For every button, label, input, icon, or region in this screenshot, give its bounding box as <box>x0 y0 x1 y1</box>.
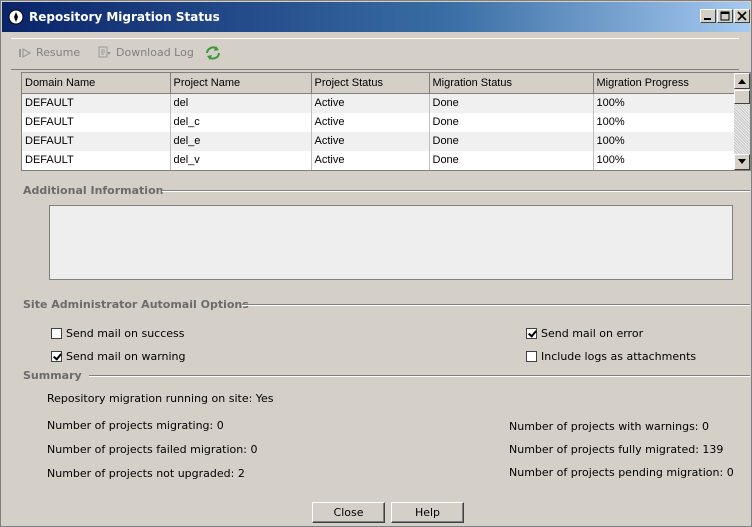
column-header-project-status[interactable]: Project Status <box>311 73 430 94</box>
checkbox-label: Send mail on success <box>66 327 185 340</box>
column-header-domain[interactable]: Domain Name <box>22 73 171 94</box>
summary-not-upgraded: Number of projects not upgraded: 2 <box>47 467 245 480</box>
automail-heading: Site Administrator Automail Options <box>23 298 249 311</box>
table-row[interactable]: DEFAULT del Active Done 100% <box>22 93 735 113</box>
cell-project: del_e <box>170 131 312 151</box>
app-icon <box>8 9 24 25</box>
summary-failed: Number of projects failed migration: 0 <box>47 443 258 456</box>
arrow-down-icon <box>738 159 746 164</box>
cell-project-status: Active <box>311 93 430 113</box>
download-log-icon <box>98 46 111 58</box>
table-header-row: Domain Name Project Name Project Status … <box>22 73 735 94</box>
refresh-button[interactable] <box>204 44 222 62</box>
summary-running: Repository migration running on site: Ye… <box>47 392 274 405</box>
checkbox-box[interactable] <box>526 351 537 362</box>
maximize-button[interactable] <box>717 9 733 23</box>
title-bar[interactable]: Repository Migration Status <box>2 2 750 32</box>
cell-project-status: Active <box>311 112 430 132</box>
table-row[interactable]: DEFAULT del_c Active Done 100% <box>22 112 735 132</box>
cell-domain: DEFAULT <box>22 112 171 132</box>
additional-info-heading: Additional Information <box>23 184 164 197</box>
scroll-track[interactable] <box>734 104 750 154</box>
cell-migration-progress: 100% <box>593 131 735 151</box>
send-mail-error-checkbox[interactable]: Send mail on error <box>526 327 643 340</box>
cell-project: del_c <box>170 112 312 132</box>
minimize-icon <box>704 18 711 20</box>
help-button[interactable]: Help <box>391 502 464 523</box>
close-window-button[interactable] <box>734 9 750 23</box>
checkbox-label: Include logs as attachments <box>541 350 697 363</box>
divider <box>89 375 750 377</box>
divider <box>242 304 750 306</box>
cell-migration-status: Done <box>429 131 594 151</box>
window-title: Repository Migration Status <box>29 10 220 24</box>
divider <box>162 190 750 192</box>
cell-domain: DEFAULT <box>22 150 171 170</box>
cell-migration-progress: 100% <box>593 112 735 132</box>
migration-status-window: Repository Migration Status Resume Downl… <box>0 0 752 527</box>
scroll-up-button[interactable] <box>734 73 750 89</box>
cell-migration-status: Done <box>429 150 594 170</box>
table-row[interactable]: DEFAULT del_v Active Done 100% <box>22 150 735 170</box>
additional-info-box <box>49 205 733 280</box>
close-icon <box>737 11 747 21</box>
cell-migration-progress: 100% <box>593 93 735 113</box>
cell-migration-status: Done <box>429 93 594 113</box>
close-button[interactable]: Close <box>312 502 385 523</box>
scroll-thumb[interactable] <box>734 90 750 104</box>
column-header-project[interactable]: Project Name <box>170 73 312 94</box>
cell-domain: DEFAULT <box>22 93 171 113</box>
toolbar: Resume Download Log <box>11 38 739 70</box>
download-log-label: Download Log <box>116 46 194 59</box>
summary-warnings: Number of projects with warnings: 0 <box>509 420 710 433</box>
checkbox-label: Send mail on warning <box>66 350 186 363</box>
cell-project: del <box>170 93 312 113</box>
minimize-button[interactable] <box>700 9 716 23</box>
summary-pending: Number of projects pending migration: 0 <box>509 466 734 479</box>
refresh-icon <box>206 46 220 60</box>
checkbox-box[interactable] <box>51 351 62 362</box>
checkbox-box[interactable] <box>526 328 537 339</box>
checkbox-box[interactable] <box>51 328 62 339</box>
include-logs-checkbox[interactable]: Include logs as attachments <box>526 350 696 363</box>
arrow-up-icon <box>738 79 746 84</box>
column-header-migration-progress[interactable]: Migration Progress <box>593 73 735 94</box>
table-row[interactable]: DEFAULT del_e Active Done 100% <box>22 131 735 151</box>
summary-heading: Summary <box>23 369 82 382</box>
resume-label: Resume <box>36 46 81 59</box>
scroll-down-button[interactable] <box>734 154 750 170</box>
table-scrollbar[interactable] <box>734 73 750 170</box>
maximize-icon <box>720 11 730 21</box>
resume-button[interactable]: Resume <box>18 46 80 59</box>
send-mail-warning-checkbox[interactable]: Send mail on warning <box>51 350 186 363</box>
cell-project: del_v <box>170 150 312 170</box>
cell-migration-status: Done <box>429 112 594 132</box>
cell-domain: DEFAULT <box>22 131 171 151</box>
send-mail-success-checkbox[interactable]: Send mail on success <box>51 327 185 340</box>
cell-migration-progress: 100% <box>593 150 735 170</box>
migration-table[interactable]: Domain Name Project Name Project Status … <box>21 72 751 171</box>
summary-fully-migrated: Number of projects fully migrated: 139 <box>509 443 724 456</box>
cell-project-status: Active <box>311 131 430 151</box>
resume-icon <box>19 47 32 58</box>
column-header-migration-status[interactable]: Migration Status <box>429 73 594 94</box>
summary-migrating: Number of projects migrating: 0 <box>47 419 224 432</box>
download-log-button[interactable]: Download Log <box>98 46 194 59</box>
cell-project-status: Active <box>311 150 430 170</box>
checkbox-label: Send mail on error <box>541 327 644 340</box>
